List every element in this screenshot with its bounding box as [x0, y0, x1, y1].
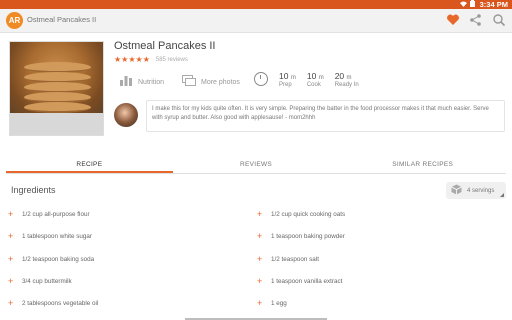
app-bar-actions: [446, 13, 506, 27]
tab-recipe[interactable]: RECIPE: [6, 156, 173, 173]
ingredient-item[interactable]: +1/2 teaspoon salt: [257, 254, 319, 264]
ingredient-item[interactable]: +1/2 cup all-purpose flour: [8, 209, 90, 219]
plus-icon: +: [8, 231, 14, 241]
more-photos-button[interactable]: More photos: [182, 73, 240, 91]
ingredient-item[interactable]: +1 egg: [257, 298, 287, 308]
cube-icon: [451, 184, 462, 197]
rating[interactable]: ★★★★★ 585 reviews: [114, 55, 188, 64]
plus-icon: +: [8, 254, 14, 264]
pancake-layer: [24, 102, 91, 113]
battery-icon: [469, 0, 475, 9]
status-bar: 3:34 PM: [0, 0, 512, 9]
nutrition-button[interactable]: Nutrition: [120, 73, 164, 91]
ingredient-item[interactable]: +1 tablespoon white sugar: [8, 231, 92, 241]
plus-icon: +: [257, 209, 263, 219]
ingredient-item[interactable]: +1/2 teaspoon baking soda: [8, 254, 94, 264]
ingredient-item[interactable]: +3/4 cup buttermilk: [8, 276, 72, 286]
plus-icon: +: [8, 276, 14, 286]
prep-time: 10 m Prep: [279, 71, 296, 88]
recipe-tabs: RECIPE REVIEWS SIMILAR RECIPES: [6, 156, 506, 174]
avatar[interactable]: [114, 103, 138, 127]
cook-label: Cook: [306, 82, 321, 88]
rating-stars: ★★★★★: [114, 55, 150, 64]
ingredient-item[interactable]: +1 teaspoon vanilla extract: [257, 276, 342, 286]
recipe-title: Ostmeal Pancakes II: [114, 40, 216, 52]
cook-time: 10 m Cook: [306, 71, 324, 88]
app-bar-title: Ostmeal Pancakes II: [27, 15, 97, 24]
plus-icon: +: [257, 254, 263, 264]
search-icon[interactable]: [492, 13, 506, 27]
app-bar: AR Ostmeal Pancakes II: [0, 9, 512, 33]
ingredient-item[interactable]: +1 teaspoon baking powder: [257, 231, 345, 241]
share-icon[interactable]: [469, 13, 483, 27]
dropdown-corner-icon: [500, 193, 504, 197]
plus-icon: +: [8, 298, 14, 308]
reviews-count[interactable]: 585 reviews: [156, 57, 188, 63]
ingredient-item[interactable]: +2 tablespoons vegetable oil: [8, 298, 98, 308]
plus-icon: +: [257, 276, 263, 286]
ingredients-title: Ingredients: [11, 185, 56, 195]
submitter-comment: I make this for my kids quite often. It …: [146, 100, 505, 132]
wifi-icon: [459, 1, 467, 9]
ingredient-item[interactable]: +1/2 cup quick cooking oats: [257, 209, 345, 219]
nutrition-label: Nutrition: [138, 78, 165, 86]
ready-time: 20 m Ready In: [334, 71, 359, 88]
bar-chart-icon: [120, 73, 133, 91]
heart-icon[interactable]: [446, 13, 460, 27]
prep-label: Prep: [279, 82, 292, 88]
status-time: 3:34 PM: [479, 0, 508, 9]
plate: [10, 113, 103, 135]
recipe-photo[interactable]: [9, 41, 104, 136]
ready-label: Ready In: [334, 82, 359, 88]
app-logo[interactable]: AR: [6, 12, 23, 29]
more-photos-label: More photos: [201, 78, 240, 86]
clock-icon: [254, 72, 268, 86]
tab-similar-recipes[interactable]: SIMILAR RECIPES: [339, 156, 506, 173]
plus-icon: +: [257, 231, 263, 241]
photos-icon: [182, 73, 196, 91]
plus-icon: +: [257, 298, 263, 308]
status-icons: 3:34 PM: [459, 0, 508, 9]
plus-icon: +: [8, 209, 14, 219]
servings-selector[interactable]: 4 servings: [446, 182, 506, 199]
recipe-times: 10 m Prep 10 m Cook 20 m Ready In: [254, 71, 359, 88]
servings-label: 4 servings: [467, 187, 495, 194]
tab-reviews[interactable]: REVIEWS: [173, 156, 340, 173]
